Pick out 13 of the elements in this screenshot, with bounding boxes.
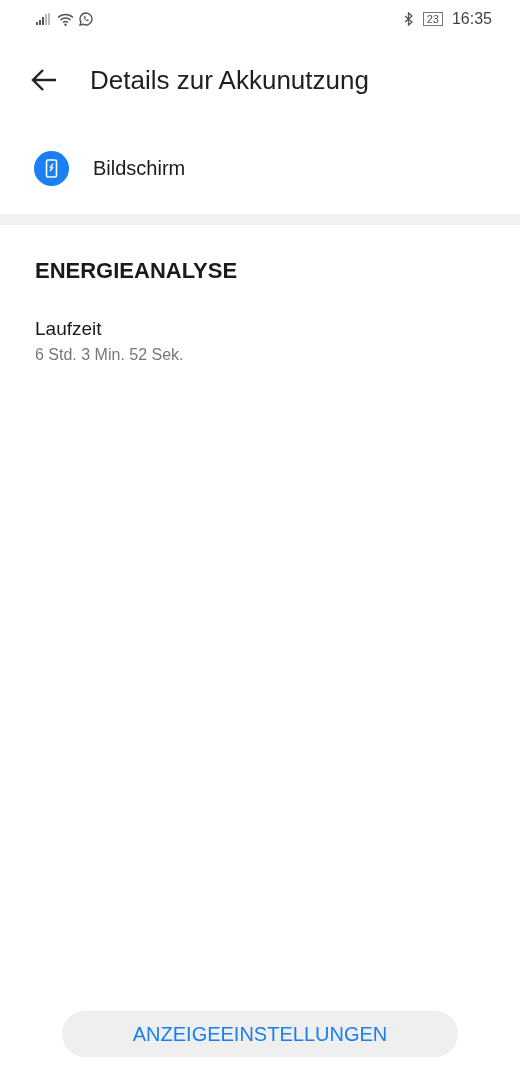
bluetooth-icon: [403, 12, 414, 26]
back-arrow-icon: [30, 68, 58, 92]
clock-time: 16:35: [451, 10, 492, 28]
phone-icon: [34, 150, 69, 186]
section-title: ENERGIEANALYSE: [34, 257, 239, 285]
page-title: Details zur Akkunutzung: [90, 64, 369, 96]
item-value: 6 Std. 3 Min. 52 Sek.: [35, 346, 185, 364]
signal-icon: [36, 13, 52, 25]
chat-icon: [79, 12, 93, 26]
app-item[interactable]: Bildschirm: [0, 122, 520, 214]
item-label: Laufzeit: [35, 318, 103, 340]
battery-level: 23: [422, 12, 443, 26]
wifi-icon: [57, 12, 74, 26]
